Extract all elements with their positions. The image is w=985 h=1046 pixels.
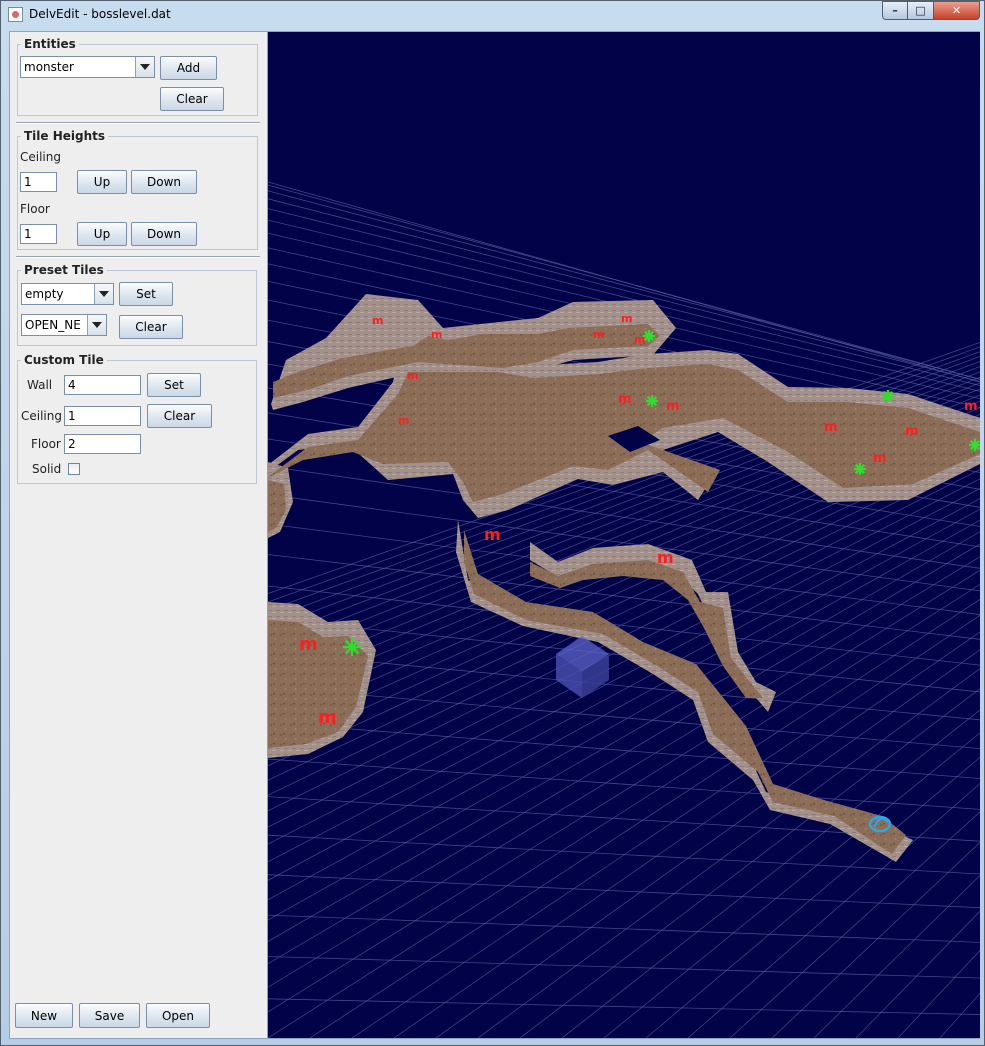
clear-preset-button[interactable]: Clear: [119, 315, 183, 339]
ceiling-height-input[interactable]: 1: [20, 172, 57, 192]
new-file-button[interactable]: New: [15, 1003, 73, 1028]
clear-custom-button[interactable]: Clear: [147, 404, 212, 428]
monster-marker[interactable]: m: [964, 399, 978, 414]
monster-marker[interactable]: m: [407, 369, 418, 382]
solid-checkbox[interactable]: [68, 463, 80, 475]
monster-marker[interactable]: m: [824, 420, 838, 435]
custom-ceiling-label: Ceiling: [21, 409, 62, 423]
separator: [16, 122, 260, 124]
level-3d-viewport[interactable]: mmmmmmmmmmmmmmmmm: [267, 32, 980, 1038]
add-entity-button[interactable]: Add: [160, 56, 217, 80]
tile-direction-value: OPEN_NE: [25, 318, 81, 332]
monster-marker[interactable]: m: [318, 707, 337, 728]
title-bar[interactable]: DelvEdit - bosslevel.dat – □ ✕: [1, 1, 984, 29]
level-scene[interactable]: mmmm mmmm mm mmmmmmm: [268, 32, 980, 1038]
preset-tiles-legend: Preset Tiles: [24, 263, 104, 277]
monster-marker[interactable]: m: [484, 525, 501, 544]
custom-ceiling-input[interactable]: 1: [64, 406, 141, 426]
set-custom-button[interactable]: Set: [147, 373, 201, 397]
item-star-icon[interactable]: [854, 463, 866, 475]
maximize-button[interactable]: □: [908, 1, 934, 20]
wall-input[interactable]: 4: [64, 375, 141, 395]
monster-marker[interactable]: m: [431, 328, 442, 341]
custom-floor-input[interactable]: 2: [64, 434, 141, 454]
preset-tile-value: empty: [25, 287, 64, 301]
open-file-button[interactable]: Open: [146, 1003, 210, 1028]
monster-marker[interactable]: m: [299, 634, 318, 655]
window-controls: – □ ✕: [882, 1, 980, 21]
ceiling-up-button[interactable]: Up: [77, 170, 127, 194]
tile-direction-dropdown[interactable]: OPEN_NE: [21, 314, 107, 336]
monster-marker[interactable]: m: [621, 312, 632, 325]
entities-legend: Entities: [24, 37, 76, 51]
minimize-button[interactable]: –: [882, 1, 908, 20]
close-button[interactable]: ✕: [934, 1, 980, 20]
window-title: DelvEdit - bosslevel.dat: [29, 7, 171, 21]
tile-heights-legend: Tile Heights: [24, 129, 106, 143]
save-file-button[interactable]: Save: [79, 1003, 140, 1028]
floor-height-label: Floor: [20, 202, 50, 216]
chevron-down-icon[interactable]: [135, 57, 154, 77]
java-app-icon: [8, 7, 23, 22]
app-window: DelvEdit - bosslevel.dat – □ ✕ Entities …: [0, 0, 985, 1046]
entity-type-dropdown[interactable]: monster: [20, 56, 155, 78]
ceiling-height-label: Ceiling: [20, 150, 61, 164]
item-star-icon[interactable]: [643, 330, 655, 342]
wall-label: Wall: [27, 378, 53, 392]
ceiling-down-button[interactable]: Down: [131, 170, 197, 194]
floor-down-button[interactable]: Down: [131, 222, 197, 246]
monster-marker[interactable]: m: [657, 548, 674, 567]
item-star-icon[interactable]: [882, 390, 894, 402]
floor-height-input[interactable]: 1: [20, 224, 57, 244]
item-star-icon[interactable]: [646, 395, 658, 407]
editor-side-panel: Entities monster Add Clear Tile Heights …: [10, 32, 266, 1038]
monster-marker[interactable]: m: [905, 424, 919, 439]
custom-floor-label: Floor: [31, 437, 61, 451]
chevron-down-icon[interactable]: [87, 315, 106, 335]
solid-label: Solid: [32, 462, 62, 476]
monster-marker[interactable]: m: [666, 399, 680, 414]
separator: [16, 256, 260, 258]
chevron-down-icon[interactable]: [94, 284, 113, 304]
client-area: Entities monster Add Clear Tile Heights …: [9, 31, 980, 1039]
floor-up-button[interactable]: Up: [77, 222, 127, 246]
preset-tile-dropdown[interactable]: empty: [21, 283, 114, 305]
entity-type-value: monster: [24, 60, 74, 74]
monster-marker[interactable]: m: [372, 314, 383, 327]
monster-marker[interactable]: m: [593, 328, 604, 341]
set-preset-button[interactable]: Set: [119, 282, 173, 306]
monster-marker[interactable]: m: [618, 392, 632, 407]
custom-tile-legend: Custom Tile: [24, 353, 104, 367]
monster-marker[interactable]: m: [398, 414, 409, 427]
clear-entities-button[interactable]: Clear: [160, 87, 224, 111]
item-star-icon[interactable]: [343, 638, 361, 656]
monster-marker[interactable]: m: [873, 451, 887, 466]
